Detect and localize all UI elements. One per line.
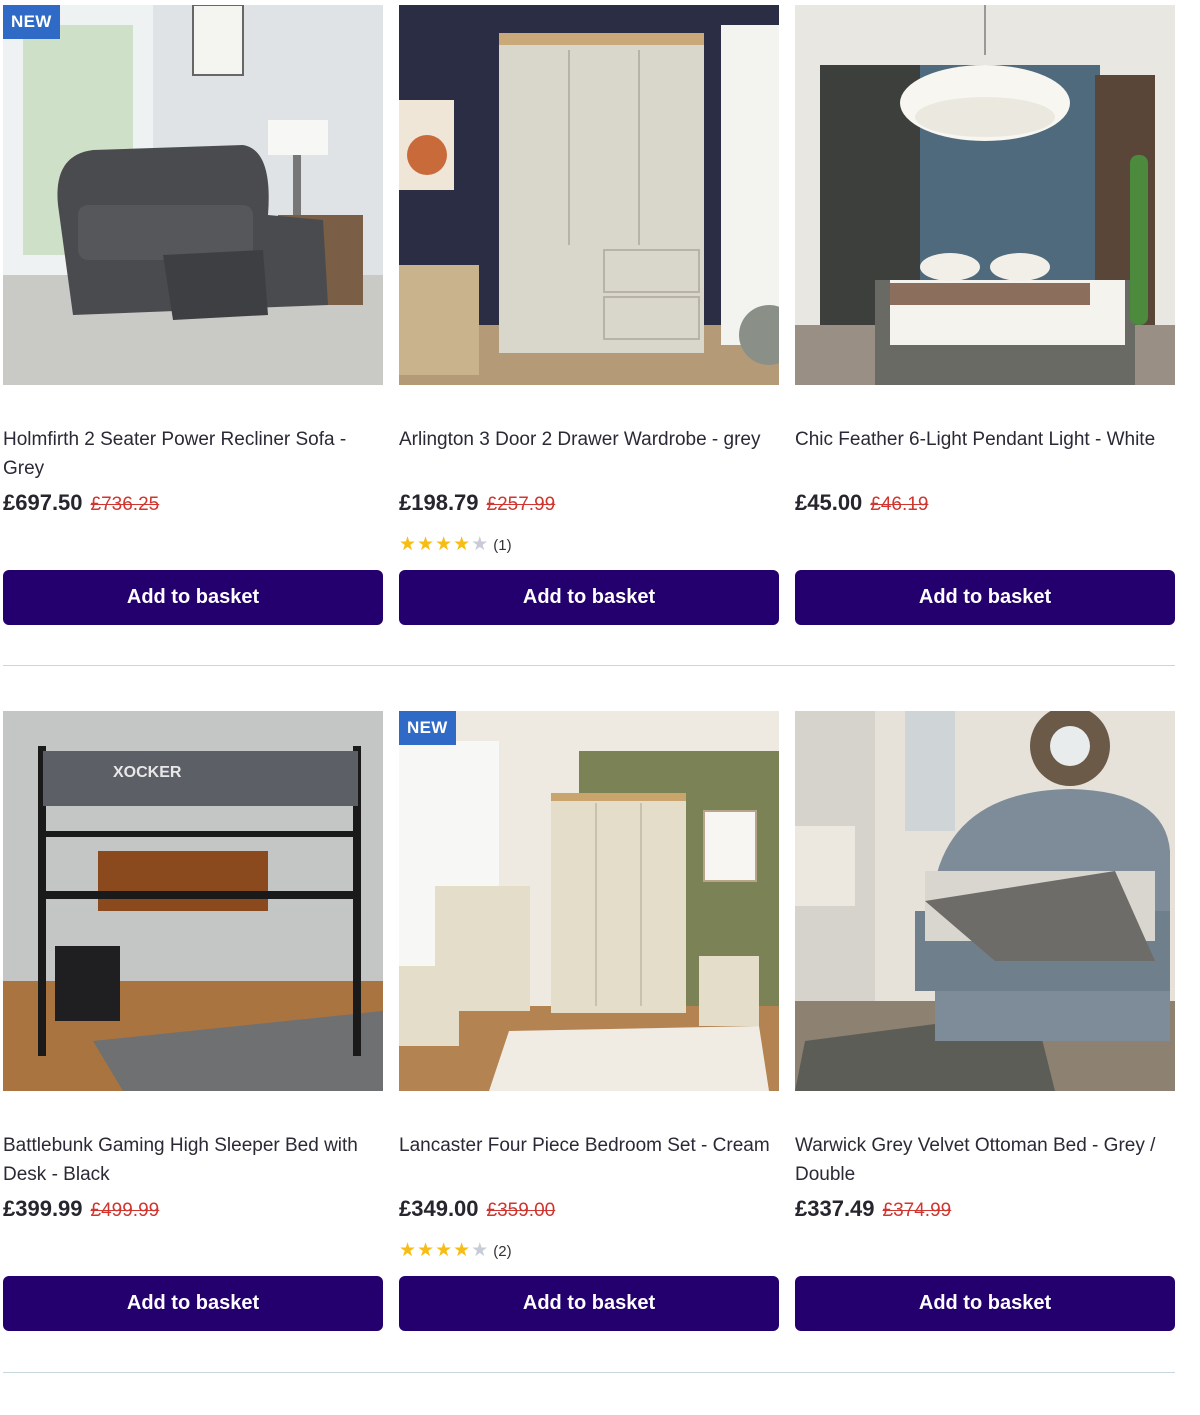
product-image-wardrobe — [399, 5, 779, 385]
product-image[interactable] — [795, 5, 1175, 385]
price-block: £198.79 £257.99 — [399, 490, 555, 522]
star-filled-icon: ★ — [435, 534, 453, 555]
current-price: £337.49 — [795, 1196, 875, 1221]
was-price: £359.00 — [486, 1200, 556, 1221]
star-empty-icon: ★ — [471, 534, 489, 555]
price-block: £697.50 £736.25 — [3, 490, 159, 522]
product-title[interactable]: Chic Feather 6-Light Pendant Light - Whi… — [795, 425, 1167, 454]
add-to-basket-button[interactable]: Add to basket — [795, 1276, 1175, 1331]
row-divider — [3, 1372, 1175, 1373]
price-block: £399.99 £499.99 — [3, 1196, 159, 1228]
current-price: £198.79 — [399, 490, 479, 515]
product-title[interactable]: Holmfirth 2 Seater Power Recliner Sofa -… — [3, 425, 375, 483]
current-price: £45.00 — [795, 490, 863, 515]
review-count: (2) — [493, 1242, 512, 1260]
product-title[interactable]: Lancaster Four Piece Bedroom Set - Cream — [399, 1131, 771, 1160]
current-price: £349.00 — [399, 1196, 479, 1221]
product-image-high-sleeper: XOCKER — [3, 711, 383, 1091]
product-image[interactable]: NEW — [399, 711, 779, 1091]
product-title[interactable]: Warwick Grey Velvet Ottoman Bed - Grey /… — [795, 1131, 1167, 1189]
review-count: (1) — [493, 536, 512, 554]
was-price: £499.99 — [90, 1200, 160, 1221]
star-empty-icon: ★ — [471, 1240, 489, 1261]
was-price: £736.25 — [90, 494, 160, 515]
current-price: £399.99 — [3, 1196, 83, 1221]
product-image[interactable]: XOCKER — [3, 711, 383, 1091]
add-to-basket-button[interactable]: Add to basket — [3, 1276, 383, 1331]
star-filled-icon: ★ — [453, 534, 471, 555]
current-price: £697.50 — [3, 490, 83, 515]
add-to-basket-button[interactable]: Add to basket — [3, 570, 383, 625]
product-image[interactable]: NEW — [3, 5, 383, 385]
price-block: £349.00 £359.00 — [399, 1196, 555, 1228]
product-image-sofa — [3, 5, 383, 385]
star-filled-icon: ★ — [453, 1240, 471, 1261]
star-filled-icon: ★ — [417, 1240, 435, 1261]
star-rating[interactable]: ★ ★ ★ ★ ★ (1) — [399, 533, 512, 557]
xocker-logo: XOCKER — [113, 764, 182, 781]
add-to-basket-button[interactable]: Add to basket — [399, 570, 779, 625]
price-block: £45.00 £46.19 — [795, 490, 928, 522]
price-block: £337.49 £374.99 — [795, 1196, 951, 1228]
row-divider — [3, 665, 1175, 666]
add-to-basket-button[interactable]: Add to basket — [399, 1276, 779, 1331]
product-image-bedroom-set — [399, 711, 779, 1091]
star-rating[interactable]: ★ ★ ★ ★ ★ (2) — [399, 1239, 512, 1263]
product-image[interactable] — [399, 5, 779, 385]
star-filled-icon: ★ — [399, 1240, 417, 1261]
star-filled-icon: ★ — [417, 534, 435, 555]
was-price: £46.19 — [870, 494, 929, 515]
was-price: £374.99 — [882, 1200, 952, 1221]
product-image[interactable] — [795, 711, 1175, 1091]
star-filled-icon: ★ — [435, 1240, 453, 1261]
new-badge: NEW — [399, 711, 456, 745]
product-image-ottoman-bed — [795, 711, 1175, 1091]
add-to-basket-button[interactable]: Add to basket — [795, 570, 1175, 625]
product-title[interactable]: Arlington 3 Door 2 Drawer Wardrobe - gre… — [399, 425, 771, 454]
product-title[interactable]: Battlebunk Gaming High Sleeper Bed with … — [3, 1131, 375, 1189]
new-badge: NEW — [3, 5, 60, 39]
star-filled-icon: ★ — [399, 534, 417, 555]
product-image-pendant-light — [795, 5, 1175, 385]
was-price: £257.99 — [486, 494, 556, 515]
